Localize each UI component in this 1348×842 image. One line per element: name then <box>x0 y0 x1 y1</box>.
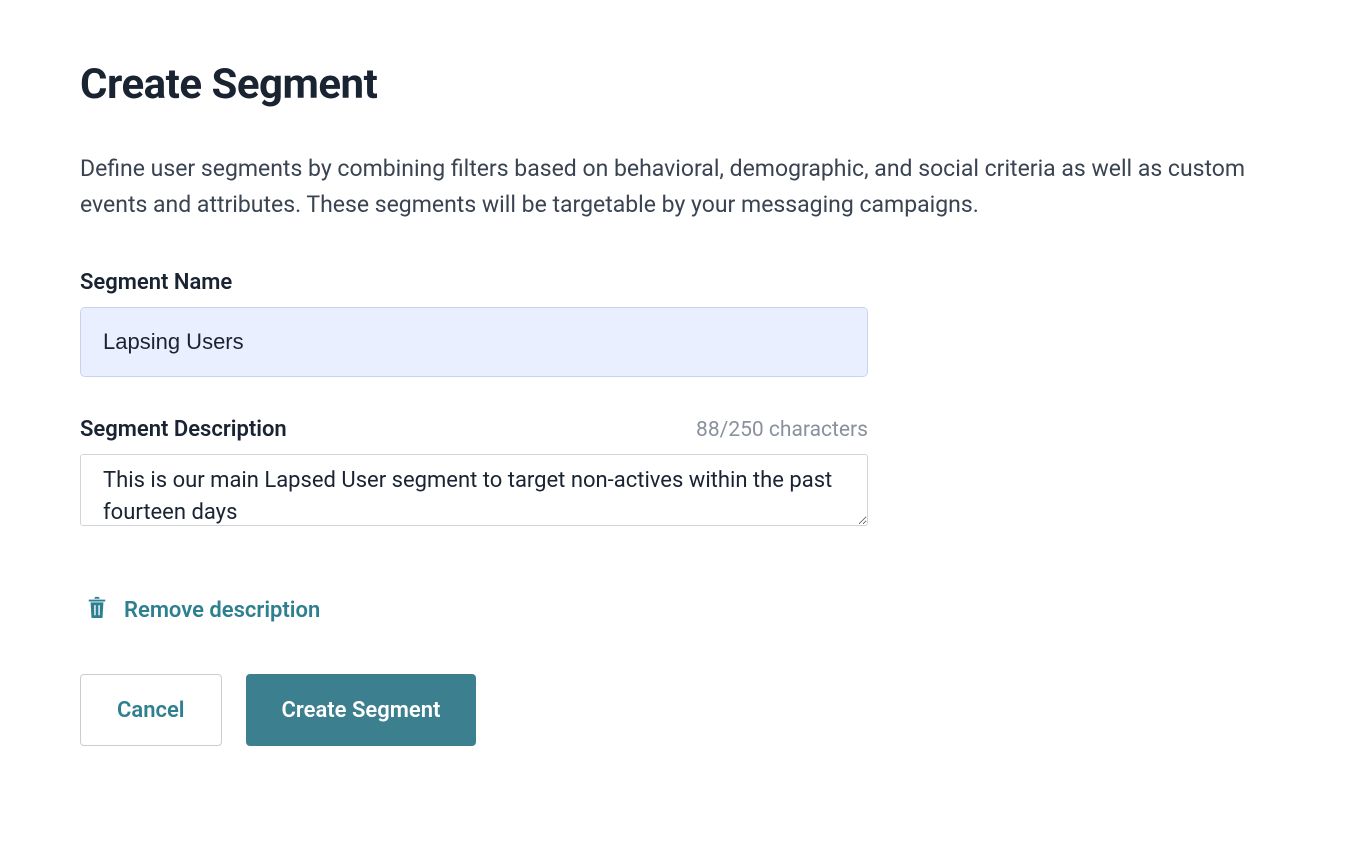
segment-description-input[interactable] <box>80 454 868 526</box>
trash-icon <box>86 594 108 626</box>
segment-description-label: Segment Description <box>80 417 287 442</box>
create-segment-button[interactable]: Create Segment <box>246 674 477 746</box>
remove-description-link[interactable]: Remove description <box>86 594 320 626</box>
cancel-button[interactable]: Cancel <box>80 674 222 746</box>
segment-name-field-group: Segment Name <box>80 270 868 377</box>
segment-description-field-group: Segment Description 88/250 characters <box>80 417 868 530</box>
char-counter: 88/250 characters <box>696 418 868 442</box>
remove-description-label: Remove description <box>124 598 320 623</box>
button-row: Cancel Create Segment <box>80 674 1268 746</box>
segment-name-label: Segment Name <box>80 270 868 295</box>
segment-name-input[interactable] <box>80 307 868 377</box>
page-title: Create Segment <box>80 60 1268 109</box>
page-description: Define user segments by combining filter… <box>80 151 1260 222</box>
